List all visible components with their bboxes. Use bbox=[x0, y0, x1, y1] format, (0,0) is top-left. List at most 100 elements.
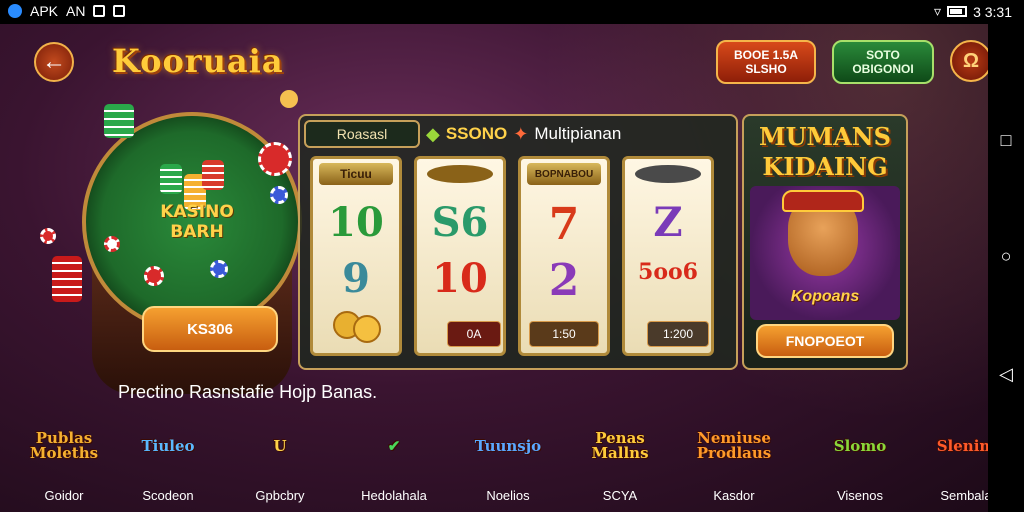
game-tile-art: U bbox=[240, 410, 320, 482]
reel-footer: 1:50 bbox=[529, 321, 599, 347]
game-tile-art: Tiuleo bbox=[128, 410, 208, 482]
reel-symbol: 7 bbox=[548, 199, 580, 250]
game-tile-art: Penas Mallns bbox=[580, 410, 660, 482]
arrow-left-icon: ← bbox=[42, 48, 66, 75]
deposit-button-line1: SOTO bbox=[866, 48, 900, 62]
bonus-button[interactable]: BOOE 1.5A SLSHO bbox=[716, 40, 816, 84]
chip-icon bbox=[270, 186, 288, 204]
game-tile[interactable]: Nemiuse Prodlaus Kasdor bbox=[688, 410, 780, 510]
game-tile-label: Gpbcbry bbox=[255, 488, 305, 503]
wifi-icon: ▿ bbox=[934, 3, 942, 19]
game-tile[interactable]: Penas Mallns SCYA bbox=[574, 410, 666, 510]
status-bar: APK AN ▿ 3 3:31 bbox=[0, 0, 1024, 24]
chip-icon bbox=[210, 260, 228, 278]
game-tile[interactable]: Tiuleo Scodeon bbox=[122, 410, 214, 510]
game-tile[interactable]: U Gpbcbry bbox=[234, 410, 326, 510]
slot-multiplier: Multipianan bbox=[534, 124, 622, 143]
slot-title: SSONO bbox=[445, 124, 508, 143]
game-tile-label: Scodeon bbox=[142, 488, 194, 503]
chip-icon bbox=[144, 266, 164, 286]
chip-icon bbox=[40, 228, 56, 244]
promo-title-line1: MUMANS bbox=[759, 122, 891, 151]
reel-symbol: 10 bbox=[328, 199, 384, 246]
notification-icon bbox=[93, 5, 106, 17]
system-nav-bar: □ ○ ◁ bbox=[988, 24, 1024, 512]
section-title: Prectino Rasnstafie Hojp Banas. bbox=[118, 382, 378, 402]
game-tile[interactable]: Publas Moleths Goidor bbox=[18, 410, 110, 510]
game-tile-art-text: ✔ bbox=[387, 436, 401, 455]
plate-icon bbox=[635, 165, 701, 183]
slot-reel-2[interactable]: S6 10 0A bbox=[414, 156, 506, 356]
game-tile-art: Publas Moleths bbox=[24, 410, 104, 482]
game-tile-label: Hedolahala bbox=[361, 488, 427, 503]
game-tile-art-text: Tiuleo bbox=[141, 436, 195, 455]
coin-icon bbox=[280, 90, 298, 108]
game-tile-art: Slomo bbox=[820, 410, 900, 482]
chip-icon bbox=[104, 236, 120, 252]
game-tile-art-text: Penas Mallns bbox=[591, 429, 649, 462]
roulette-play-button[interactable]: KS306 bbox=[142, 306, 278, 352]
game-tile-art-text: Nemiuse Prodlaus bbox=[696, 429, 772, 462]
game-tile-label: Goidor bbox=[44, 488, 84, 503]
plate-icon bbox=[427, 165, 493, 183]
promo-caption: Kopoans bbox=[790, 288, 860, 305]
game-tile[interactable]: Tuunsjo Noelios bbox=[462, 410, 554, 510]
clock: 3 3:31 bbox=[973, 3, 1012, 20]
game-tile-art: Nemiuse Prodlaus bbox=[694, 410, 774, 482]
slot-reel-3[interactable]: BOPNABOU 7 2 1:50 bbox=[518, 156, 610, 356]
profile-button[interactable]: Ω bbox=[950, 40, 988, 82]
profile-icon: Ω bbox=[962, 49, 980, 72]
promo-button[interactable]: FNOPOEOT bbox=[756, 324, 894, 358]
reel-symbol: 5oo6 bbox=[638, 259, 698, 285]
recents-button[interactable]: □ bbox=[988, 122, 1024, 158]
game-tile-label: Noelios bbox=[486, 488, 530, 503]
game-tile-art-text: Tuunsjo bbox=[474, 436, 542, 455]
star-icon: ✦ bbox=[513, 123, 529, 144]
bonus-button-line2: SLSHO bbox=[745, 62, 787, 76]
bonus-button-line1: BOOE 1.5A bbox=[733, 48, 799, 62]
reel-top-label: Ticuu bbox=[319, 163, 393, 185]
promo-title-line2: KIDAING bbox=[762, 152, 888, 181]
game-tile-label: Sembala bbox=[940, 488, 988, 503]
game-screen: ← Kooruaia BOOE 1.5A SLSHO SOTO OBIGONOI… bbox=[0, 24, 988, 512]
game-tile-art: ✔ bbox=[354, 410, 434, 482]
chip-stack-icon bbox=[52, 256, 82, 302]
coin-icon bbox=[353, 315, 381, 343]
game-tile[interactable]: ✔ Hedolahala bbox=[348, 410, 440, 510]
game-tile-art-text: Slenim bbox=[936, 436, 988, 455]
slot-reel-1[interactable]: Ticuu 10 9 bbox=[310, 156, 402, 356]
reel-symbol: 2 bbox=[548, 255, 580, 306]
deposit-button[interactable]: SOTO OBIGONOI bbox=[832, 40, 934, 84]
game-tile[interactable]: Slenim Sembala bbox=[920, 410, 988, 510]
chip-icon bbox=[258, 142, 292, 176]
reel-top-label: BOPNABOU bbox=[527, 163, 601, 185]
reel-footer: 1:200 bbox=[647, 321, 709, 347]
back-button[interactable]: ← bbox=[34, 42, 74, 82]
mascot-hat-icon bbox=[782, 190, 864, 212]
status-app-text: APK bbox=[30, 3, 59, 19]
game-tile-art-text: U bbox=[273, 436, 287, 455]
game-tile-label: SCYA bbox=[602, 488, 638, 503]
app-logo: Kooruaia bbox=[112, 42, 284, 80]
roulette-label: KASINO BARH bbox=[142, 202, 252, 242]
notification-icon bbox=[113, 5, 126, 17]
game-tile-art: Tuunsjo bbox=[468, 410, 548, 482]
game-tile-art-text: Slomo bbox=[833, 436, 887, 455]
app-notification-icon bbox=[8, 4, 22, 18]
game-tile-label: Kasdor bbox=[713, 488, 755, 503]
battery-icon bbox=[947, 6, 968, 17]
back-nav-button[interactable]: ◁ bbox=[988, 356, 1024, 392]
roulette-label-line1: KASINO bbox=[160, 202, 234, 222]
status-notification-text: AN bbox=[66, 3, 86, 19]
slot-header: Roasasl ◆ SSONO ✦ Multipianan bbox=[302, 116, 732, 152]
home-button[interactable]: ○ bbox=[988, 238, 1024, 274]
roulette-label-line2: BARH bbox=[170, 222, 224, 242]
slot-reel-4[interactable]: Z 5oo6 1:200 bbox=[622, 156, 714, 356]
chip-stack-icon bbox=[104, 104, 134, 138]
game-tile[interactable]: Slomo Visenos bbox=[814, 410, 906, 510]
promo-title: MUMANS KIDAING bbox=[742, 122, 908, 182]
chip-stack-icon bbox=[160, 164, 182, 194]
reel-symbol: S6 bbox=[431, 199, 489, 246]
reel-symbol: 9 bbox=[342, 255, 370, 302]
slot-name-tab[interactable]: Roasasl bbox=[304, 120, 420, 148]
